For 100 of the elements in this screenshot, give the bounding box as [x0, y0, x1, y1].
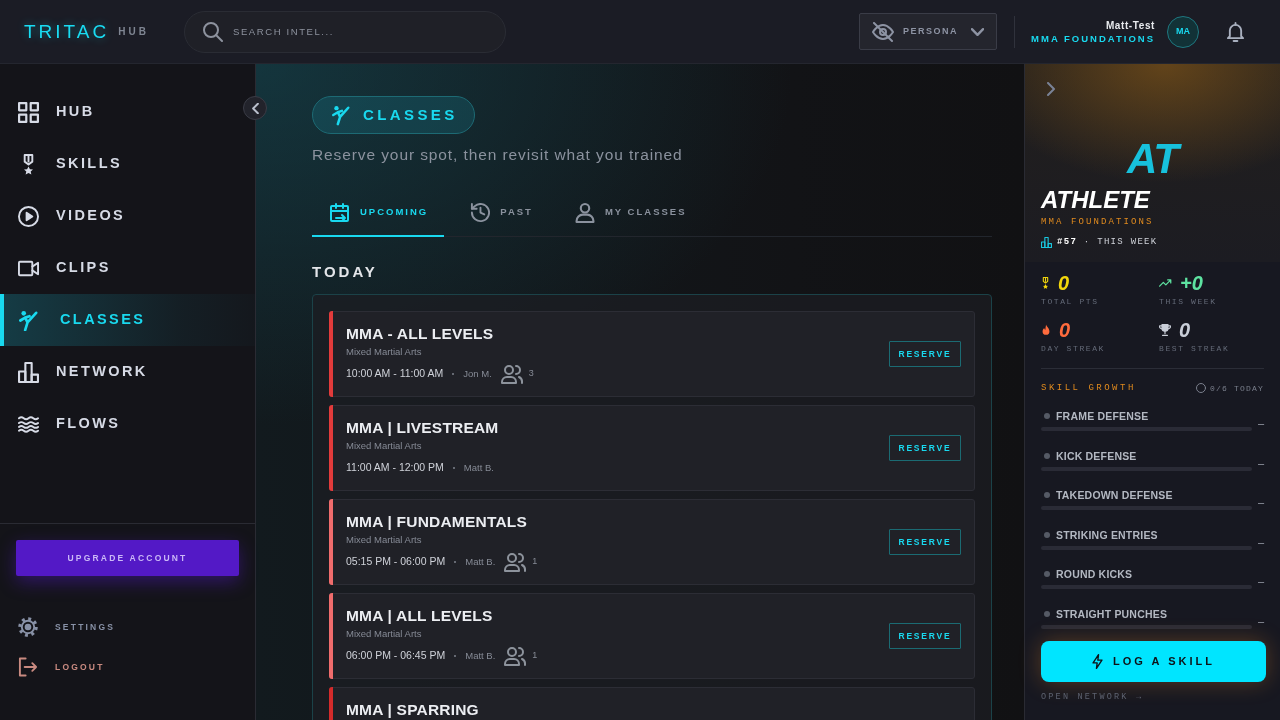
persona-dropdown[interactable]: PERSONA	[859, 13, 998, 50]
calendar-icon	[330, 202, 350, 223]
lightning-icon	[1092, 654, 1104, 669]
attendee-count: 3	[528, 367, 534, 381]
tab[interactable]: MY CLASSES	[556, 190, 703, 237]
nav-item[interactable]: CLIPS	[0, 242, 241, 294]
waves-icon	[18, 413, 39, 435]
notifications-button[interactable]	[1227, 21, 1244, 42]
kicking-figure-icon	[18, 309, 39, 331]
reserve-button[interactable]: RESERVE	[889, 435, 961, 461]
skill-name: STRIKING ENTRIES	[1056, 527, 1158, 542]
play-icon	[18, 205, 39, 227]
collapse-sidebar-button[interactable]	[243, 96, 267, 120]
weekly-rank: #57 · THIS WEEK	[1057, 236, 1158, 249]
search-input[interactable]: SEARCH INTEL...	[233, 21, 487, 42]
trophy-icon	[1159, 324, 1171, 336]
skill-reading: –	[1256, 495, 1264, 510]
skill-reading: –	[1256, 455, 1264, 471]
skill-name: KICK DEFENSE	[1056, 448, 1137, 463]
attendee-count: 1	[532, 649, 538, 663]
user-name: Matt-Test	[1104, 18, 1155, 32]
instructor-name: Jon M.	[463, 366, 492, 381]
class-time: 06:00 PM - 06:45 PM	[346, 648, 446, 664]
skill-name: STRAIGHT PUNCHES	[1056, 606, 1168, 621]
class-title: MMA | LIVESTREAM	[346, 418, 499, 438]
search-field[interactable]: SEARCH INTEL...	[184, 10, 506, 53]
class-title: MMA | ALL LEVELS	[346, 606, 493, 626]
skill-name: ROUND KICKS	[1056, 567, 1133, 581]
class-category: Mixed Martial Arts	[346, 440, 422, 452]
bullet-icon	[1044, 610, 1050, 617]
stat-label: DAY STREAK	[1041, 343, 1105, 354]
bar-chart-icon	[18, 361, 39, 383]
bullet-icon	[1044, 413, 1050, 419]
class-time: 11:00 AM - 12:00 PM	[346, 460, 444, 476]
settings-link[interactable]: SETTINGS	[16, 615, 116, 639]
upgrade-account-button[interactable]: UPGRADE ACCOUNT	[16, 540, 239, 576]
skill-growth-title: SKILL GROWTH	[1041, 382, 1136, 394]
user-program: MMA FOUNDATIONS	[1031, 31, 1155, 45]
history-icon	[470, 202, 491, 223]
skill-reading: –	[1256, 613, 1264, 629]
skill-name: TAKEDOWN DEFENSE	[1056, 488, 1173, 502]
athlete-name: ATHLETE	[1041, 186, 1150, 214]
log-skill-button[interactable]: LOG A SKILL	[1041, 641, 1266, 682]
instructor-name: Matt B.	[463, 460, 494, 475]
trend-up-icon	[1159, 279, 1172, 287]
logout-icon	[18, 657, 38, 677]
attendee-count: 1	[532, 555, 538, 569]
class-time: 05:15 PM - 06:00 PM	[346, 554, 446, 570]
class-time: 10:00 AM - 11:00 AM	[346, 366, 444, 382]
people-icon	[504, 552, 527, 572]
skill-reading: –	[1256, 574, 1264, 589]
user-avatar[interactable]: MA	[1167, 15, 1199, 48]
class-title: MMA | SPARRING	[346, 700, 479, 720]
bullet-icon	[1044, 452, 1050, 459]
gear-icon	[18, 617, 38, 637]
logout-link[interactable]: LOGOUT	[16, 655, 105, 679]
class-category: Mixed Martial Arts	[346, 346, 422, 358]
stat-label: BEST STREAK	[1159, 343, 1230, 354]
bell-icon	[1227, 21, 1244, 42]
bullet-icon	[1044, 531, 1050, 538]
class-title: MMA | FUNDAMENTALS	[346, 512, 527, 532]
nav-item[interactable]: VIDEOS	[0, 190, 241, 242]
tab[interactable]: PAST	[452, 190, 549, 237]
people-icon	[504, 646, 527, 666]
logo-text: TRITAC	[24, 22, 110, 41]
today-count: 0/6 TODAY	[1210, 382, 1264, 394]
medal-icon	[1041, 277, 1050, 289]
reserve-button[interactable]: RESERVE	[889, 623, 961, 649]
page-subtitle: Reserve your spot, then revisit what you trained	[312, 145, 683, 165]
skill-name: FRAME DEFENSE	[1056, 409, 1149, 423]
reserve-button[interactable]: RESERVE	[889, 529, 961, 555]
kicking-figure-icon	[331, 104, 351, 126]
nav-item[interactable]: NETWORK	[0, 346, 241, 398]
bullet-icon	[1044, 571, 1050, 577]
skill-reading: –	[1256, 416, 1264, 431]
stat-value: 0	[1059, 318, 1071, 342]
eye-slash-icon	[872, 21, 895, 42]
skill-reading: –	[1256, 534, 1264, 550]
nav-item[interactable]: CLASSES	[0, 294, 255, 346]
stat-label: THIS WEEK	[1159, 296, 1217, 307]
circle-icon	[1196, 383, 1206, 393]
nav-item[interactable]: FLOWS	[0, 398, 241, 450]
reserve-button[interactable]: RESERVE	[889, 341, 961, 367]
stat-value: 0	[1058, 271, 1070, 295]
tab[interactable]: UPCOMING	[312, 190, 445, 237]
class-category: Mixed Martial Arts	[346, 534, 422, 546]
expand-panel-button[interactable]	[1047, 82, 1055, 96]
logo-subtitle: HUB	[118, 25, 149, 39]
chevron-right-icon	[1047, 82, 1055, 96]
search-icon	[203, 21, 223, 42]
nav-item[interactable]: SKILLS	[0, 138, 241, 190]
chevron-down-icon	[971, 27, 985, 36]
bar-chart-icon	[1041, 236, 1052, 248]
section-title: TODAY	[312, 263, 378, 281]
chevron-left-icon	[251, 102, 259, 114]
nav-item[interactable]: HUB	[0, 86, 241, 138]
flame-icon	[1041, 324, 1051, 336]
people-icon	[500, 364, 523, 384]
class-title: MMA - ALL LEVELS	[346, 324, 494, 344]
page-heading: CLASSES	[312, 96, 475, 134]
